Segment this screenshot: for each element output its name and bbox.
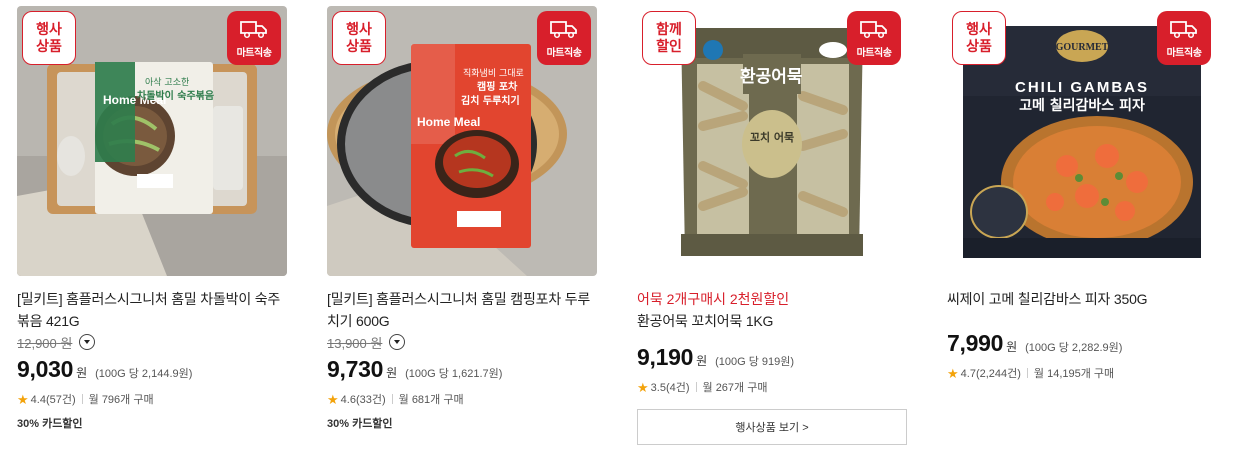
delivery-label: 마트직송	[236, 48, 272, 59]
unit-price: (100G 당 2,282.9원)	[1025, 342, 1123, 354]
product-card[interactable]: Home Meal 직화냄비 그대로 캠핑 포차 김치 두루치기 행사 상품 마…	[327, 6, 597, 472]
svg-text:CHILI GAMBAS: CHILI GAMBAS	[1015, 79, 1149, 96]
divider	[81, 394, 83, 404]
promo-badge: 함께 할인	[642, 11, 696, 65]
sale-price: 9,190	[637, 344, 694, 370]
svg-text:꼬치 어묵: 꼬치 어묵	[750, 130, 794, 144]
star-icon: ★	[327, 391, 339, 407]
divider	[391, 394, 393, 404]
svg-text:직화냄비 그대로: 직화냄비 그대로	[463, 68, 524, 79]
promo-badge: 행사 상품	[952, 11, 1006, 65]
rating: 4.4(57건)	[30, 394, 76, 406]
promo-badge: 행사 상품	[22, 11, 76, 65]
product-card[interactable]: GOURMET CHILI GAMBAS 고메 칠리감바스 피자 행사 상품 마…	[947, 6, 1217, 472]
chevron-down-icon[interactable]	[79, 334, 96, 350]
price-unit: 원	[386, 366, 398, 380]
sale-price: 9,030	[17, 356, 74, 382]
price-unit: 원	[696, 354, 708, 368]
product-title[interactable]: [밀키트] 홈플러스시그니처 홈밀 차돌박이 숙주볶음 421G	[17, 288, 287, 332]
product-title[interactable]: 씨제이 고메 칠리감바스 피자 350G	[947, 288, 1217, 310]
monthly-sales: 월 267개 구매	[702, 382, 768, 394]
star-icon: ★	[17, 391, 29, 407]
delivery-label: 마트직송	[1166, 48, 1202, 59]
original-price: 13,900 원	[327, 335, 383, 351]
mart-delivery-badge: 마트직송	[847, 11, 901, 65]
monthly-sales: 월 681개 구매	[398, 394, 464, 406]
divider	[1026, 368, 1028, 378]
rating: 4.7(2,244건)	[960, 368, 1021, 380]
truck-icon	[240, 21, 267, 39]
star-icon: ★	[947, 365, 959, 381]
product-image[interactable]: Home Meal 아삭 고소한 차돌박이 숙주볶음 행사 상품 마트직송	[17, 6, 287, 276]
svg-text:김치 두루치기: 김치 두루치기	[461, 94, 520, 107]
view-promo-products-button[interactable]: 행사상품 보기 >	[637, 409, 907, 445]
unit-price: (100G 당 919원)	[715, 356, 795, 368]
original-price: 12,900 원	[17, 335, 73, 351]
unit-price: (100G 당 2,144.9원)	[95, 368, 193, 380]
product-grid: Home Meal 아삭 고소한 차돌박이 숙주볶음 행사 상품 마트직송 [밀…	[0, 0, 1240, 472]
promo-text: 어묵 2개구매시 2천원할인	[637, 291, 790, 307]
product-card[interactable]: 환공어묵 꼬치 어묵 함께 할인 마트직송 어묵 2개구매시 2천원할인 환공어…	[637, 6, 907, 472]
unit-price: (100G 당 1,621.7원)	[405, 368, 503, 380]
card-discount: 30% 카드할인	[17, 418, 83, 430]
mart-delivery-badge: 마트직송	[537, 11, 591, 65]
divider	[695, 382, 697, 392]
truck-icon	[550, 21, 577, 39]
delivery-label: 마트직송	[856, 48, 892, 59]
product-image[interactable]: Home Meal 직화냄비 그대로 캠핑 포차 김치 두루치기 행사 상품 마…	[327, 6, 597, 276]
svg-text:아삭 고소한: 아삭 고소한	[145, 77, 189, 88]
truck-icon	[1170, 21, 1197, 39]
chevron-down-icon[interactable]	[389, 334, 406, 350]
mart-delivery-badge: 마트직송	[227, 11, 281, 65]
price-unit: 원	[76, 366, 88, 380]
svg-text:GOURMET: GOURMET	[1056, 42, 1109, 53]
svg-text:환공어묵: 환공어묵	[740, 67, 803, 87]
price-unit: 원	[1006, 340, 1018, 354]
delivery-label: 마트직송	[546, 48, 582, 59]
promo-badge: 행사 상품	[332, 11, 386, 65]
svg-text:차돌박이 숙주볶음: 차돌박이 숙주볶음	[137, 89, 214, 102]
monthly-sales: 월 796개 구매	[88, 394, 154, 406]
star-icon: ★	[637, 379, 649, 395]
monthly-sales: 월 14,195개 구매	[1033, 368, 1115, 380]
mart-delivery-badge: 마트직송	[1157, 11, 1211, 65]
sale-price: 7,990	[947, 330, 1004, 356]
product-card[interactable]: Home Meal 아삭 고소한 차돌박이 숙주볶음 행사 상품 마트직송 [밀…	[17, 6, 287, 472]
svg-text:Home Meal: Home Meal	[417, 115, 480, 129]
rating: 3.5(4건)	[650, 382, 690, 394]
product-title[interactable]: [밀키트] 홈플러스시그니처 홈밀 캠핑포차 두루치기 600G	[327, 288, 597, 332]
svg-text:고메 칠리감바스 피자: 고메 칠리감바스 피자	[1019, 97, 1145, 114]
product-image[interactable]: GOURMET CHILI GAMBAS 고메 칠리감바스 피자 행사 상품 마…	[947, 6, 1217, 276]
rating: 4.6(33건)	[340, 394, 386, 406]
sale-price: 9,730	[327, 356, 384, 382]
card-discount: 30% 카드할인	[327, 418, 393, 430]
svg-text:캠핑 포차: 캠핑 포차	[477, 80, 518, 93]
truck-icon	[860, 21, 887, 39]
product-image[interactable]: 환공어묵 꼬치 어묵 함께 할인 마트직송	[637, 6, 907, 276]
product-title[interactable]: 환공어묵 꼬치어묵 1KG	[637, 310, 907, 332]
